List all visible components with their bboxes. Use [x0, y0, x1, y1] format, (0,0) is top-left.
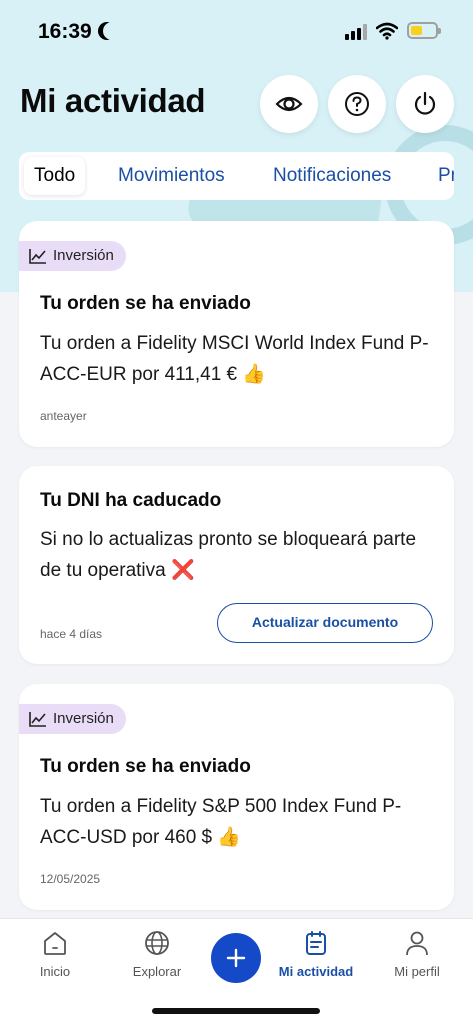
card-date: hace 4 días — [40, 627, 103, 641]
card-body: Tu orden a Fidelity S&P 500 Index Fund P… — [40, 791, 440, 853]
chart-line-icon — [29, 249, 46, 264]
tab-movimientos[interactable]: Movimientos — [118, 152, 225, 200]
activity-icon — [306, 931, 326, 955]
globe-icon — [145, 931, 169, 955]
card-date: 12/05/2025 — [40, 872, 101, 886]
logout-button[interactable] — [396, 75, 454, 133]
status-time: 16:39 — [38, 20, 92, 43]
tab-more[interactable]: Pr — [438, 152, 454, 200]
card-body-text: Tu orden a Fidelity MSCI World Index Fun… — [40, 333, 429, 385]
badge-label: Inversión — [53, 247, 114, 264]
moon-icon — [103, 22, 121, 40]
status-bar: 16:39 — [0, 0, 473, 60]
help-icon — [345, 92, 369, 116]
help-button[interactable] — [328, 75, 386, 133]
category-badge: Inversión — [19, 704, 126, 734]
update-document-button[interactable]: Actualizar documento — [217, 603, 433, 643]
activity-card-order-msci[interactable]: Inversión Tu orden se ha enviado Tu orde… — [19, 221, 454, 447]
chart-line-icon — [29, 712, 46, 727]
power-icon — [414, 91, 436, 115]
card-title: Tu orden se ha enviado — [40, 756, 251, 777]
home-indicator — [152, 1008, 320, 1014]
eye-icon — [275, 96, 303, 112]
battery-icon — [407, 22, 441, 39]
card-body: Tu orden a Fidelity MSCI World Index Fun… — [40, 328, 440, 390]
activity-card-dni-expired[interactable]: Tu DNI ha caducado Si no lo actualizas p… — [19, 466, 454, 664]
tab-notificaciones[interactable]: Notificaciones — [273, 152, 391, 200]
thumbs-up-icon: 👍 — [217, 827, 242, 848]
card-date: anteayer — [40, 409, 87, 423]
category-badge: Inversión — [19, 241, 126, 271]
card-title: Tu DNI ha caducado — [40, 490, 222, 511]
add-button[interactable] — [211, 933, 261, 983]
plus-icon — [226, 948, 246, 968]
nav-label: Mi perfil — [394, 964, 440, 979]
wifi-icon — [376, 22, 398, 40]
activity-tabs: Todo Movimientos Notificaciones Pr — [19, 152, 454, 200]
card-body: Si no lo actualizas pronto se bloqueará … — [40, 524, 440, 586]
nav-label: Explorar — [132, 964, 182, 979]
nav-label: Mi actividad — [278, 964, 354, 979]
toggle-visibility-button[interactable] — [260, 75, 318, 133]
home-icon — [44, 932, 66, 955]
badge-label: Inversión — [53, 710, 114, 727]
profile-icon — [406, 931, 428, 956]
cross-mark-icon: ❌ — [170, 560, 195, 581]
activity-card-order-sp500[interactable]: Inversión Tu orden se ha enviado Tu orde… — [19, 684, 454, 910]
card-title: Tu orden se ha enviado — [40, 293, 251, 314]
nav-mi-perfil[interactable]: Mi perfil — [372, 929, 462, 979]
nav-mi-actividad[interactable]: Mi actividad — [271, 929, 361, 979]
cellular-signal-icon — [345, 24, 369, 40]
nav-explorar[interactable]: Explorar — [112, 929, 202, 979]
card-body-text: Si no lo actualizas pronto se bloqueará … — [40, 529, 417, 581]
tab-todo[interactable]: Todo — [24, 157, 86, 195]
thumbs-up-icon: 👍 — [242, 364, 267, 385]
nav-inicio[interactable]: Inicio — [10, 929, 100, 979]
page-title: Mi actividad — [20, 82, 206, 119]
nav-label: Inicio — [39, 964, 71, 979]
